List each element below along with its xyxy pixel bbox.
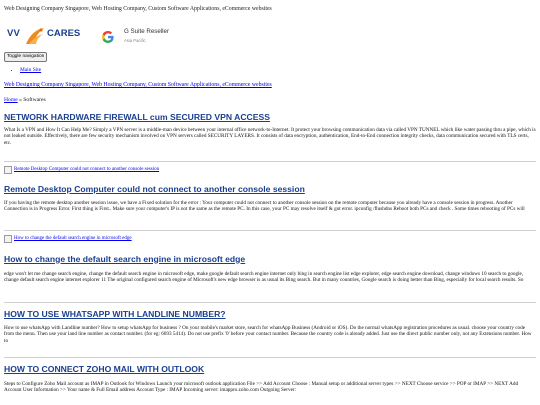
site-title-link-text[interactable]: Web Designing Company Singapore, Web Hos… [4,82,272,88]
post-title-text[interactable]: HOW TO USE WHATSAPP WITH LANDLINE NUMBER… [4,309,226,319]
post-card: HOW TO CONNECT ZOHO MAIL WITH OUTLOOK St… [4,364,536,394]
post-title[interactable]: NETWORK HARDWARE FIREWALL cum SECURED VP… [4,112,536,122]
post-card: Remote Desktop Computer could not connec… [4,166,536,212]
post-title-text[interactable]: How to change the default search engine … [4,254,245,264]
post-title[interactable]: How to change the default search engine … [4,254,536,264]
post-title-text[interactable]: NETWORK HARDWARE FIREWALL cum SECURED VP… [4,112,270,122]
post-card: How to change the default search engine … [4,235,536,283]
menu-item-main-site: Main Site [20,67,41,74]
breadcrumb-current: Softwares [23,97,46,103]
gsuite-reseller-title: G Suite Reseller [124,28,170,35]
post-divider [4,302,536,303]
post-excerpt: How to use whatsApp with Landline number… [4,325,532,344]
header-logos: VV CARES G Suite Reseller Asia Pacific [4,26,224,48]
post-thumbnail-alt: How to change the default search engine … [14,235,132,241]
post-excerpt: Steps to Configure Zoho Mail account as … [4,381,519,394]
breadcrumb: Home » Softwares [4,97,46,104]
toggle-navigation-button[interactable]: Toggle navigation [4,52,48,62]
breadcrumb-separator: » [19,97,22,103]
logo-vv-text: VV [7,28,21,39]
menu-item-main-site-link[interactable]: Main Site [20,67,41,73]
post-divider [4,357,536,358]
post-excerpt: edge won't let me change search engine, … [4,270,524,283]
post-thumbnail[interactable]: Remote Desktop Computer could not connec… [4,166,159,174]
post-card: NETWORK HARDWARE FIREWALL cum SECURED VP… [4,112,536,146]
google-g-icon [102,31,114,43]
post-thumbnail-alt: Remote Desktop Computer could not connec… [14,166,160,172]
post-thumbnail[interactable]: How to change the default search engine … [4,235,132,243]
main-menu: Main Site [12,67,41,74]
post-title[interactable]: HOW TO USE WHATSAPP WITH LANDLINE NUMBER… [4,309,536,319]
vvcares-logo[interactable]: VV CARES [4,26,84,48]
breadcrumb-home[interactable]: Home [4,97,18,103]
post-title[interactable]: HOW TO CONNECT ZOHO MAIL WITH OUTLOOK [4,364,536,374]
gsuite-reseller-subtitle: Asia Pacific [124,38,146,43]
post-title-text[interactable]: HOW TO CONNECT ZOHO MAIL WITH OUTLOOK [4,364,204,374]
site-tagline: Web Designing Company Singapore, Web Hos… [4,6,272,12]
post-excerpt: If you having the remote desktop another… [4,199,525,212]
broken-image-icon [4,235,12,243]
site-title-link: Web Designing Company Singapore, Web Hos… [4,82,272,89]
post-divider [4,230,536,231]
post-title[interactable]: Remote Desktop Computer could not connec… [4,184,536,194]
post-title-text[interactable]: Remote Desktop Computer could not connec… [4,184,305,194]
logo-cares-text: CARES [47,28,81,39]
broken-image-icon [4,166,12,174]
post-excerpt: What Is a VPN and How It Can Help Me? Si… [4,127,536,146]
logo-figure-icon [26,28,44,44]
post-card: HOW TO USE WHATSAPP WITH LANDLINE NUMBER… [4,309,536,344]
post-divider [4,161,536,162]
